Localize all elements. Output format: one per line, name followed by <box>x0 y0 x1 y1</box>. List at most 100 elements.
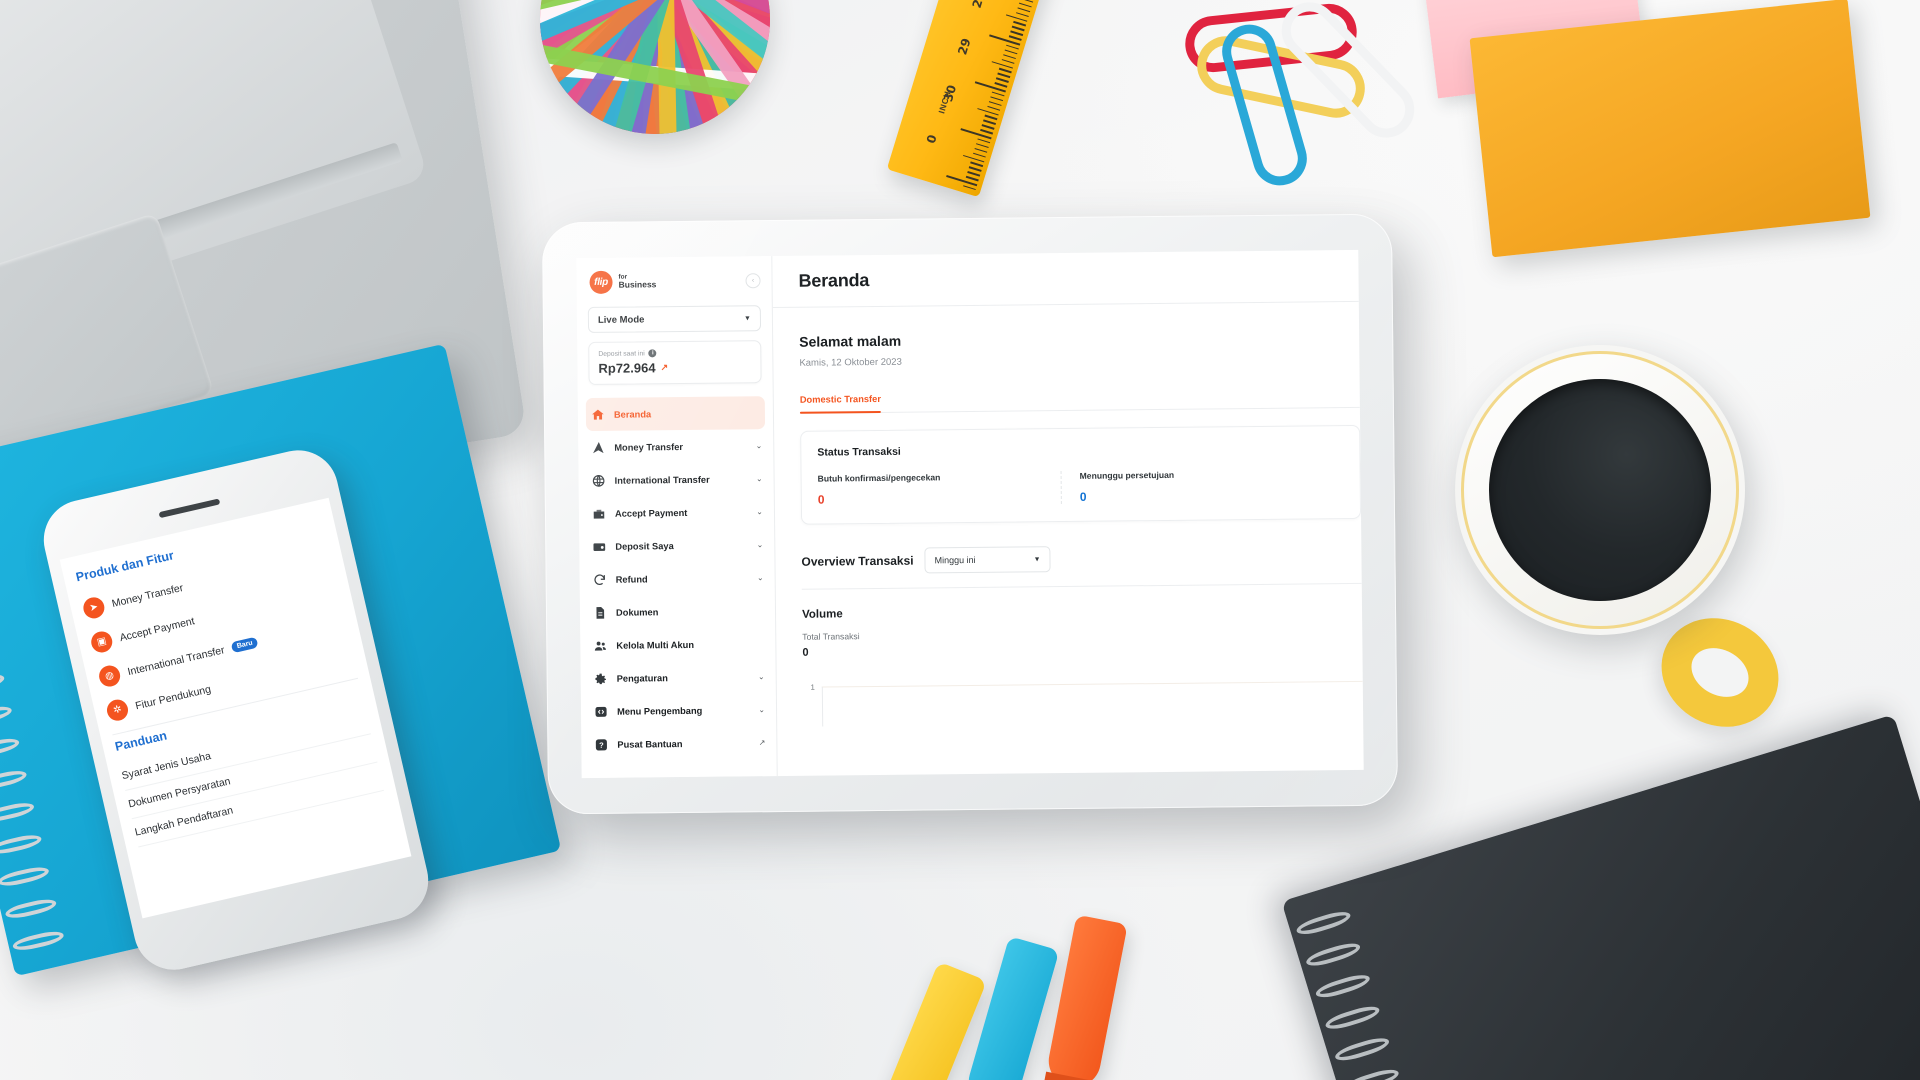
refresh-icon <box>593 572 607 586</box>
mode-select-value: Live Mode <box>597 313 645 326</box>
sidebar-item-label: Deposit Saya <box>615 540 674 552</box>
stat-value: 0 <box>1079 489 1087 504</box>
volume-title: Volume <box>801 608 843 621</box>
new-badge: Baru <box>230 636 259 654</box>
page-body: Selamat malam Kamis, 12 Oktober 2023 Dom… <box>773 302 1364 776</box>
document-icon <box>593 605 607 619</box>
sidebar-item-kelola-multi-akun[interactable]: Kelola Multi Akun <box>580 627 775 662</box>
sidebar-item-label: Refund <box>615 573 648 585</box>
main-content: Beranda Selamat malam Kamis, 12 Oktober … <box>772 249 1364 776</box>
sidebar-item-accept-payment[interactable]: Accept Payment ⌄ <box>579 495 774 530</box>
wallet-icon <box>592 506 606 520</box>
flip-logo-icon: flip <box>589 270 613 294</box>
coffee-surface <box>1489 379 1711 601</box>
wallet-icon: ▣ <box>89 629 115 655</box>
yellow-ruler: 26272829300 INCH <box>886 0 1070 198</box>
sidebar-item-label: Pusat Bantuan <box>617 738 683 750</box>
sidebar-item-beranda[interactable]: Beranda <box>585 396 766 432</box>
sidebar-item-dokumen[interactable]: Dokumen <box>580 594 775 629</box>
chevron-down-icon: ⌄ <box>756 507 764 517</box>
volume-chart: 1 <box>803 680 1364 727</box>
sidebar-item-money-transfer[interactable]: Money Transfer ⌄ <box>578 429 773 464</box>
deposit-card: Deposit saat ini i Rp72.964 ↗ <box>588 340 762 385</box>
flip-business-dashboard: flip for Business ‹ Live Mode ▼ Deposit … <box>576 249 1364 779</box>
chevron-down-icon: ⌄ <box>755 474 763 484</box>
greeting-text: Selamat malam <box>799 332 902 350</box>
deposit-label: Deposit saat ini <box>598 349 645 358</box>
external-link-icon[interactable]: ↗ <box>660 362 668 373</box>
card-icon <box>592 539 606 553</box>
stat-menunggu-persetujuan: Menunggu persetujuan 0 <box>1060 469 1175 505</box>
sidebar-nav: Beranda Money Transfer ⌄ International Tran… <box>578 396 777 778</box>
sidebar-item-pusat-bantuan[interactable]: ? Pusat Bantuan ↗ <box>581 726 776 761</box>
sidebar-item-refund[interactable]: Refund ⌄ <box>579 561 774 596</box>
mug-handle <box>1642 597 1798 748</box>
page-header: Beranda <box>772 249 1359 309</box>
phone-speaker <box>158 498 221 519</box>
sidebar-item-label: Menu Pengembang <box>616 705 703 717</box>
status-card-title: Status Transaksi <box>817 445 901 459</box>
coffee-mug <box>1455 345 1745 635</box>
flip-logo-text: flip <box>594 276 609 288</box>
info-icon[interactable]: i <box>648 349 657 358</box>
gear-icon <box>594 671 608 685</box>
deposit-amount: Rp72.964 <box>598 360 656 376</box>
tablet-device: flip for Business ‹ Live Mode ▼ Deposit … <box>541 213 1399 815</box>
period-select-value: Minggu ini <box>934 554 976 566</box>
mug-rim <box>1461 351 1739 629</box>
status-stat-row: Butuh konfirmasi/pengecekan 0 Menunggu p… <box>818 468 1360 507</box>
chevron-down-icon: ⌄ <box>756 540 764 550</box>
chevron-down-icon: ⌄ <box>755 441 763 451</box>
globe-icon: ◍ <box>97 663 123 689</box>
users-icon <box>593 638 607 652</box>
sidebar-item-label: Kelola Multi Akun <box>616 639 695 651</box>
brand-header: flip for Business ‹ <box>576 269 771 294</box>
mode-select[interactable]: Live Mode ▼ <box>587 305 762 333</box>
marker-orange <box>1036 914 1128 1080</box>
marker-yellow <box>875 961 987 1080</box>
sidebar-item-label: Pengaturan <box>616 672 668 684</box>
send-icon: ➤ <box>81 595 107 621</box>
phone-item-label: Money Transfer <box>110 581 185 610</box>
tab-domestic-transfer[interactable]: Domestic Transfer <box>800 394 895 413</box>
deposit-value-row: Rp72.964 ↗ <box>598 359 751 376</box>
stat-label: Menunggu persetujuan <box>1079 469 1175 481</box>
chevron-down-icon: ▼ <box>1033 555 1041 563</box>
volume-total-label: Total Transaksi <box>802 631 860 642</box>
rubber-band-ball <box>540 0 770 134</box>
sidebar-item-deposit-saya[interactable]: Deposit Saya ⌄ <box>579 528 774 563</box>
sidebar-item-international-transfer[interactable]: International Transfer ⌄ <box>578 462 773 497</box>
chevron-down-icon: ⌄ <box>758 705 766 715</box>
sidebar: flip for Business ‹ Live Mode ▼ Deposit … <box>576 256 778 779</box>
svg-text:?: ? <box>599 740 604 749</box>
chevron-left-icon[interactable]: ‹ <box>745 273 761 289</box>
deposit-label-row: Deposit saat ini i <box>598 348 751 358</box>
chart-y-tick-label: 1 <box>810 682 815 692</box>
chevron-down-icon: ⌄ <box>757 672 765 682</box>
chart-plot-area <box>821 680 1364 727</box>
divider <box>801 582 1362 590</box>
desk-scene: 26272829300 INCH Produk dan Fitur ➤ Mone… <box>0 0 1920 1080</box>
volume-total-value: 0 <box>802 646 809 659</box>
stat-label: Butuh konfirmasi/pengecekan <box>817 472 941 484</box>
sidebar-item-label: Money Transfer <box>614 441 684 453</box>
brand-line-2: Business <box>618 279 657 291</box>
sidebar-item-menu-pengembang[interactable]: Menu Pengembang ⌄ <box>581 693 776 728</box>
chevron-down-icon: ▼ <box>743 314 751 322</box>
stat-butuh-konfirmasi: Butuh konfirmasi/pengecekan 0 <box>817 471 1061 506</box>
home-icon <box>591 407 605 421</box>
brand-wordmark: for Business <box>618 273 657 291</box>
code-icon <box>594 704 608 718</box>
help-icon: ? <box>594 737 608 751</box>
chevron-down-icon: ⌄ <box>756 573 764 583</box>
sidebar-item-label: Beranda <box>613 408 652 420</box>
globe-icon <box>592 473 606 487</box>
status-transaksi-card: Status Transaksi Butuh konfirmasi/pengec… <box>800 424 1362 525</box>
sidebar-item-pengaturan[interactable]: Pengaturan ⌄ <box>581 660 776 695</box>
sidebar-item-label: Dokumen <box>615 606 659 618</box>
period-select[interactable]: Minggu ini ▼ <box>924 546 1051 574</box>
phone-item-label: Accept Payment <box>118 614 196 644</box>
tab-bar: Domestic Transfer <box>799 388 1360 414</box>
phone-item-label: Fitur Pendukung <box>134 682 212 712</box>
send-icon <box>591 440 605 454</box>
